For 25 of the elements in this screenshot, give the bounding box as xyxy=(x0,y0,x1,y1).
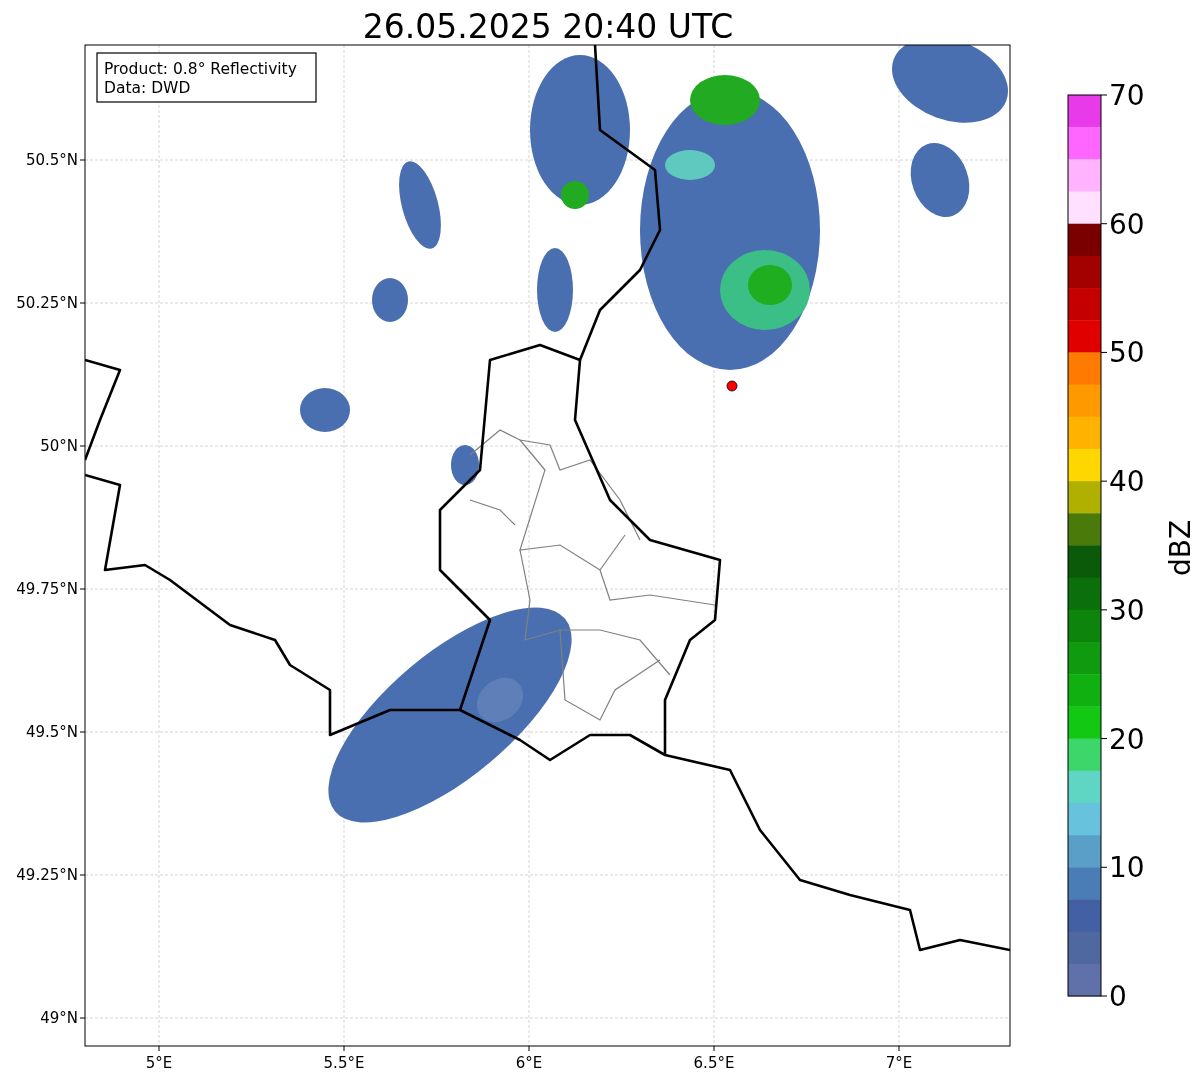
x-tick-label: 7°E xyxy=(885,1054,913,1072)
info-text: Product: 0.8° Reflectivity xyxy=(104,60,297,78)
colorbar-tick-label: 40 xyxy=(1109,465,1145,499)
radar-site-marker xyxy=(726,380,738,392)
x-tick-label: 5°E xyxy=(145,1054,173,1072)
colorbar-tick-label: 0 xyxy=(1109,980,1127,1013)
x-tick-label: 6.5°E xyxy=(693,1054,735,1072)
y-tick-label: 50°N xyxy=(40,437,78,455)
colorbar-tick-label: 60 xyxy=(1109,207,1145,241)
y-tick-label: 50.5°N xyxy=(25,151,78,169)
x-tick-label: 6°E xyxy=(515,1054,543,1072)
colorbar-tick-label: 70 xyxy=(1109,79,1145,112)
info-text: Data: DWD xyxy=(104,79,191,97)
y-tick-label: 49.75°N xyxy=(16,580,78,598)
colorbar-tick-label: 10 xyxy=(1109,851,1145,885)
colorbar-tick-label: 30 xyxy=(1109,593,1145,627)
y-tick-label: 49.5°N xyxy=(25,723,78,741)
colorbar-label: dBZ xyxy=(1164,519,1197,577)
y-tick-label: 49.25°N xyxy=(16,866,78,884)
colorbar-tick-label: 50 xyxy=(1109,336,1145,370)
y-tick-label: 50.25°N xyxy=(16,294,78,312)
colorbar-tick-label: 20 xyxy=(1109,722,1145,756)
chart-title: 26.05.2025 20:40 UTC xyxy=(362,7,734,46)
y-tick-label: 49°N xyxy=(40,1009,78,1027)
x-tick-label: 5.5°E xyxy=(323,1054,365,1072)
